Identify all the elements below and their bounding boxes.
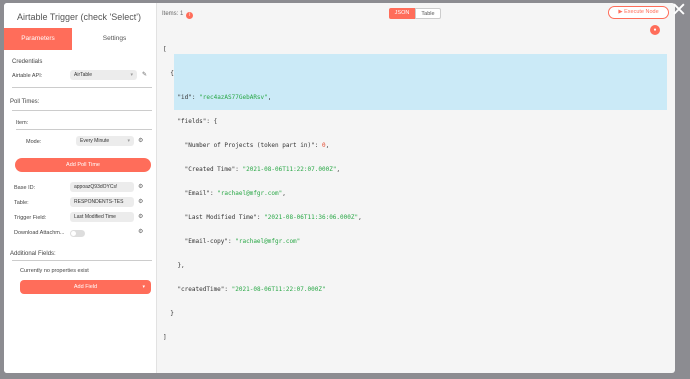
json-line: ]: [163, 334, 167, 341]
json-line: },: [163, 262, 185, 269]
trigger-field-input[interactable]: Last Modified Time: [70, 212, 134, 222]
json-line: "Created Time": "2021-08-06T11:22:07.000…: [163, 166, 341, 173]
divider: [16, 129, 152, 130]
play-icon: ▶: [618, 9, 623, 15]
base-id-input[interactable]: appoazQ93dOYCs!: [70, 182, 134, 192]
download-attachments-label: Download Attachm...: [14, 230, 65, 236]
node-title[interactable]: Airtable Trigger (check 'Select'): [17, 12, 141, 22]
trigger-field-label: Trigger Field:: [14, 215, 47, 221]
view-table-button[interactable]: Table: [415, 8, 441, 19]
add-field-button[interactable]: Add Field ▾: [20, 280, 151, 294]
cog-icon[interactable]: ⚙: [138, 137, 143, 144]
add-poll-time-button[interactable]: Add Poll Time: [15, 158, 151, 172]
divider: [12, 87, 152, 88]
chevron-down-icon: ▾: [142, 284, 145, 290]
additional-fields-heading: Additional Fields:: [10, 251, 56, 257]
items-count: Items: 1i: [162, 11, 194, 19]
cog-icon[interactable]: ⚙: [138, 213, 143, 220]
table-input[interactable]: RESPONDENTS-TES: [70, 197, 134, 207]
table-label: Table:: [14, 200, 29, 206]
add-field-label: Add Field: [73, 284, 98, 290]
json-line: }: [163, 310, 174, 317]
json-line: [: [163, 46, 167, 53]
mode-select[interactable]: Every Minute ▾: [76, 136, 134, 146]
cog-icon[interactable]: ⚙: [138, 198, 143, 205]
view-json-button[interactable]: JSON: [389, 8, 415, 19]
tab-parameters[interactable]: Parameters: [4, 28, 72, 50]
poll-item-label: Item:: [16, 120, 29, 126]
base-id-label: Base ID:: [14, 185, 36, 191]
poll-times-heading: Poll Times:: [10, 99, 40, 105]
json-line: "id": "rec4azAS77GebARsv",: [163, 94, 272, 101]
panel-tabs: Parameters Settings: [4, 28, 157, 50]
no-properties-text: Currently no properties exist: [20, 268, 89, 274]
cog-icon[interactable]: ⚙: [138, 183, 143, 190]
execute-node-button[interactable]: ▶ Execute Node: [608, 6, 669, 19]
json-line: "Email": "rachael@mfgr.com",: [163, 190, 286, 197]
parameters-panel: Airtable Trigger (check 'Select') Parame…: [4, 3, 157, 373]
items-count-label: Items: 1: [162, 11, 184, 17]
json-line: {: [163, 70, 174, 77]
json-line: "Last Modified Time": "2021-08-06T11:36:…: [163, 214, 362, 221]
info-icon[interactable]: i: [186, 12, 194, 19]
chevron-down-icon: ▾: [130, 72, 133, 78]
node-modal: Airtable Trigger (check 'Select') Parame…: [4, 3, 675, 373]
divider: [12, 110, 152, 111]
chevron-down-icon: ▾: [127, 138, 130, 144]
cog-icon[interactable]: ⚙: [138, 228, 143, 235]
json-line: "Email-copy": "rachael@mfgr.com": [163, 238, 301, 245]
mode-select-value: Every Minute: [80, 138, 110, 144]
credential-select-value: AirTable: [74, 72, 93, 78]
json-line: "fields": {: [163, 118, 218, 125]
pencil-icon[interactable]: ✎: [142, 71, 147, 78]
credentials-heading: Credentials: [12, 59, 43, 65]
close-icon[interactable]: ✕: [670, 1, 688, 22]
json-output: [ { "id": "rec4azAS77GebARsv", "fields":…: [163, 30, 362, 358]
execute-node-label: Execute Node: [624, 9, 659, 15]
credential-select[interactable]: AirTable ▾: [70, 70, 137, 80]
airtable-api-label: Airtable API:: [12, 73, 43, 79]
divider: [12, 260, 152, 261]
tab-settings[interactable]: Settings: [72, 28, 157, 50]
json-line: "createdTime": "2021-08-06T11:22:07.000Z…: [163, 286, 326, 293]
mode-label: Mode:: [26, 139, 42, 145]
json-line: "Number of Projects (token part in)": 0,: [163, 142, 330, 149]
download-attachments-toggle[interactable]: [70, 230, 85, 237]
execute-badge-icon[interactable]: ●: [650, 25, 660, 35]
